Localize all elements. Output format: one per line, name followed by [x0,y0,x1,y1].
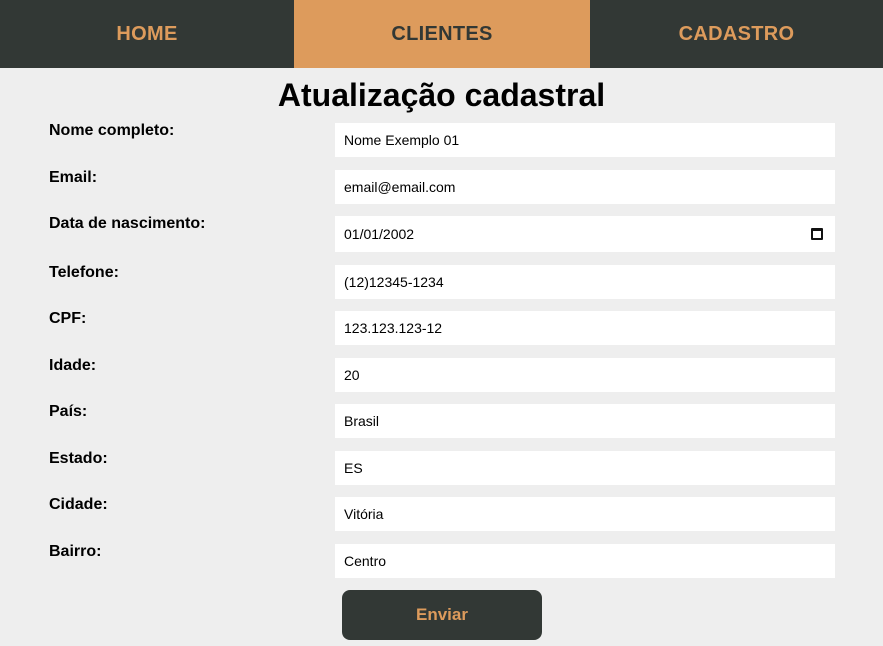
row-bairro: Bairro: [0,543,883,578]
nav-home[interactable]: HOME [0,0,294,68]
pais-label: País: [49,403,88,420]
row-email: Email: [0,169,883,204]
cpf-input[interactable] [335,311,835,345]
cidade-input[interactable] [335,497,835,531]
nome-input[interactable] [335,123,835,157]
row-idade: Idade: [0,357,883,392]
calendar-icon[interactable] [811,228,823,240]
row-cidade: Cidade: [0,496,883,531]
email-label: Email: [49,169,98,186]
estado-label: Estado: [49,450,108,467]
telefone-input[interactable] [335,265,835,299]
cpf-label: CPF: [49,310,87,327]
nascimento-label: Data de nascimento: [49,215,206,232]
nascimento-input[interactable] [335,216,835,252]
page-title: Atualização cadastral [277,77,606,113]
submit-button[interactable]: Enviar [342,590,542,640]
row-cpf: CPF: [0,310,883,345]
row-nascimento: Data de nascimento: [0,215,883,252]
row-nome: Nome completo: [0,122,883,157]
nav-cadastro[interactable]: CADASTRO [590,0,883,68]
top-navigation: HOME CLIENTES CADASTRO [0,0,883,68]
telefone-label: Telefone: [49,264,119,281]
idade-label: Idade: [49,357,97,374]
bairro-input[interactable] [335,544,835,578]
pais-input[interactable] [335,404,835,438]
row-telefone: Telefone: [0,264,883,299]
estado-input[interactable] [335,451,835,485]
row-pais: País: [0,403,883,438]
nav-clientes[interactable]: CLIENTES [294,0,590,68]
row-estado: Estado: [0,450,883,485]
email-input[interactable] [335,170,835,204]
idade-input[interactable] [335,358,835,392]
cidade-label: Cidade: [49,496,108,513]
nome-label: Nome completo: [49,122,175,139]
bairro-label: Bairro: [49,543,102,560]
